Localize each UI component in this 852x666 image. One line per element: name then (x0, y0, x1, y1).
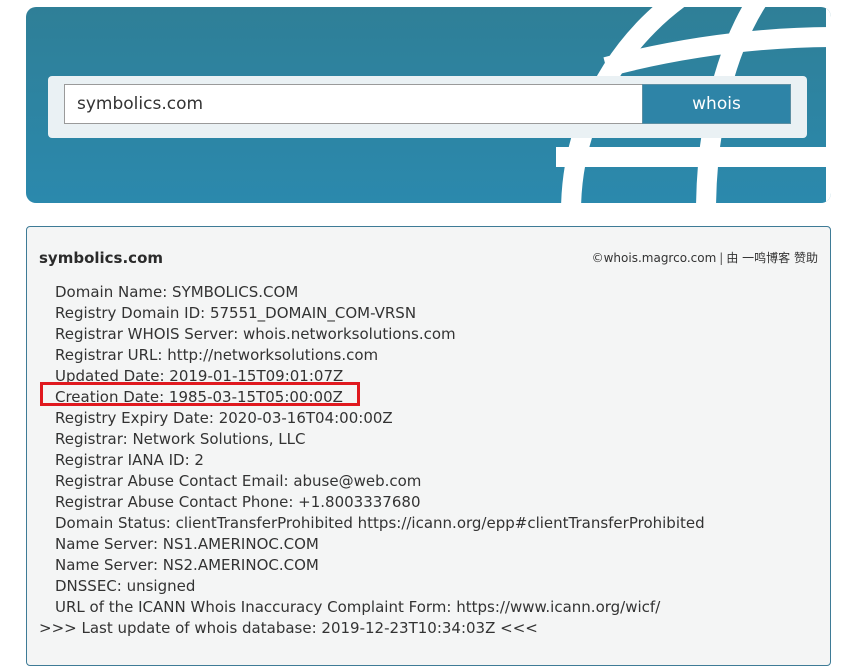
hero-banner: whois (26, 7, 831, 203)
credit-separator: | (719, 251, 724, 265)
whois-line-updated-date: Updated Date: 2019-01-15T09:01:07Z (55, 367, 344, 385)
whois-line-icann-complaint-url: URL of the ICANN Whois Inaccuracy Compla… (55, 598, 661, 616)
whois-button[interactable]: whois (642, 84, 791, 124)
credit-line: ©whois.magrco.com | 由 一鸣博客 赞助 (592, 249, 818, 266)
whois-line-registrar: Registrar: Network Solutions, LLC (55, 430, 306, 448)
whois-line-registrar-url: Registrar URL: http://networksolutions.c… (55, 346, 379, 364)
whois-line-domain-name: Domain Name: SYMBOLICS.COM (55, 283, 299, 301)
credit-by-link[interactable]: 由 一鸣博客 (726, 251, 790, 265)
whois-line-abuse-email: Registrar Abuse Contact Email: abuse@web… (55, 472, 422, 490)
whois-line-creation-date: Creation Date: 1985-03-15T05:00:00Z (55, 388, 343, 406)
credit-site-link[interactable]: ©whois.magrco.com (592, 251, 717, 265)
whois-line-domain-status: Domain Status: clientTransferProhibited … (55, 514, 705, 532)
whois-record-list: Domain Name: SYMBOLICS.COM Registry Doma… (39, 282, 705, 639)
whois-line-dnssec: DNSSEC: unsigned (55, 577, 196, 595)
whois-line-abuse-phone: Registrar Abuse Contact Phone: +1.800333… (55, 493, 421, 511)
whois-last-update-line: >>> Last update of whois database: 2019-… (39, 619, 538, 637)
result-title: symbolics.com (39, 249, 164, 267)
whois-line-registry-expiry-date: Registry Expiry Date: 2020-03-16T04:00:0… (55, 409, 393, 427)
domain-search-input[interactable] (64, 84, 642, 124)
whois-line-registrar-iana-id: Registrar IANA ID: 2 (55, 451, 204, 469)
sponsor-link[interactable]: 赞助 (794, 251, 818, 265)
whois-line-name-server-2: Name Server: NS2.AMERINOC.COM (55, 556, 319, 574)
whois-line-registrar-whois-server: Registrar WHOIS Server: whois.networksol… (55, 325, 456, 343)
whois-line-name-server-1: Name Server: NS1.AMERINOC.COM (55, 535, 319, 553)
whois-result-panel: symbolics.com ©whois.magrco.com | 由 一鸣博客 赞… (26, 226, 831, 666)
whois-line-registry-domain-id: Registry Domain ID: 57551_DOMAIN_COM-VRS… (55, 304, 417, 322)
search-bar: whois (48, 76, 807, 138)
